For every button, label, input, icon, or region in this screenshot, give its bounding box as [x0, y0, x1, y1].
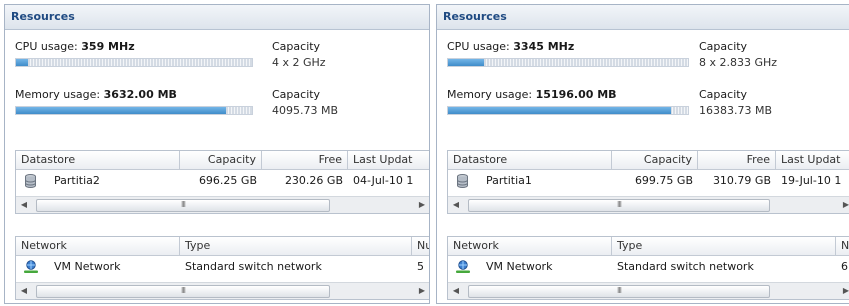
arrow-right-icon[interactable]: ▶: [838, 283, 849, 299]
database-icon: [25, 174, 36, 188]
cpu-capacity-value: 8 x 2.833 GHz: [699, 56, 778, 69]
datastore-capacity: 699.75 GB: [634, 174, 693, 187]
datastore-table-header: Datastore Capacity Free Last Updat: [16, 151, 429, 170]
cpu-usage-label: CPU usage:: [15, 40, 78, 53]
memory-usage-value: 3632.00 MB: [103, 88, 177, 101]
memory-usage-value: 15196.00 MB: [535, 88, 617, 101]
scrollbar-thumb[interactable]: III: [36, 199, 330, 212]
memory-usage-bar-fill: [16, 107, 227, 114]
cpu-usage-bar-fill: [448, 59, 484, 66]
datastore-name: Partitia1: [486, 174, 532, 187]
memory-usage-label: Memory usage:: [15, 88, 101, 101]
arrow-left-icon[interactable]: ◀: [448, 197, 464, 213]
cpu-capacity-value: 4 x 2 GHz: [272, 56, 326, 69]
column-header-free[interactable]: Free: [698, 151, 776, 169]
datastore-horizontal-scrollbar[interactable]: ◀ III ▶: [448, 196, 849, 213]
column-header-free[interactable]: Free: [262, 151, 348, 169]
column-header-last-updated[interactable]: Last Updat: [348, 151, 429, 169]
datastore-table-header: Datastore Capacity Free Last Updat: [448, 151, 849, 170]
datastore-free: 230.26 GB: [284, 174, 343, 187]
column-header-capacity[interactable]: Capacity: [180, 151, 262, 169]
column-header-type[interactable]: Type: [612, 237, 836, 255]
panel-title: Resources: [5, 5, 429, 30]
resources-panel-right: Resources CPU usage: 3345 MHz Capacity 8…: [436, 4, 849, 304]
arrow-left-icon[interactable]: ◀: [448, 283, 464, 299]
column-header-number[interactable]: Nu: [412, 237, 429, 255]
memory-usage-section: Memory usage: 3632.00 MB Capacity 4095.7…: [5, 78, 429, 126]
resources-panel-left: Resources CPU usage: 359 MHz Capacity 4 …: [4, 4, 430, 304]
cpu-usage-label: CPU usage:: [447, 40, 510, 53]
datastore-horizontal-scrollbar[interactable]: ◀ III ▶: [16, 196, 429, 213]
database-icon: [457, 174, 468, 188]
column-header-capacity[interactable]: Capacity: [612, 151, 698, 169]
cpu-capacity-label: Capacity: [272, 40, 321, 53]
cpu-usage-section: CPU usage: 359 MHz Capacity 4 x 2 GHz: [5, 30, 429, 78]
datastore-name: Partitia2: [54, 174, 100, 187]
column-header-network[interactable]: Network: [16, 237, 180, 255]
network-icon: [24, 260, 38, 273]
panel-title: Resources: [437, 5, 849, 30]
network-table-header: Network Type Nu: [448, 237, 849, 256]
memory-usage-label: Memory usage:: [447, 88, 533, 101]
datastore-free: 310.79 GB: [712, 174, 771, 187]
cpu-usage-bar: [15, 58, 253, 67]
cpu-usage-section: CPU usage: 3345 MHz Capacity 8 x 2.833 G…: [437, 30, 849, 78]
memory-capacity-label: Capacity: [699, 88, 748, 101]
arrow-left-icon[interactable]: ◀: [16, 197, 32, 213]
datastore-capacity: 696.25 GB: [198, 174, 257, 187]
cpu-usage-value: 3345 MHz: [513, 40, 575, 53]
network-table-header: Network Type Nu: [16, 237, 429, 256]
column-header-last-updated[interactable]: Last Updat: [776, 151, 849, 169]
datastore-last-updated: 19-Jul-10 1: [781, 174, 842, 187]
cpu-usage-bar: [447, 58, 689, 67]
column-header-type[interactable]: Type: [180, 237, 412, 255]
column-header-network[interactable]: Network: [448, 237, 612, 255]
network-horizontal-scrollbar[interactable]: ◀ III ▶: [448, 282, 849, 299]
table-row[interactable]: Partitia1 699.75 GB 310.79 GB 19-Jul-10 …: [448, 170, 849, 192]
network-type: Standard switch network: [185, 260, 322, 273]
datastore-table: Datastore Capacity Free Last Updat Parti…: [447, 150, 849, 214]
network-table: Network Type Nu VM Network Standard swit…: [447, 236, 849, 300]
memory-usage-bar-fill: [448, 107, 672, 114]
column-header-number[interactable]: Nu: [836, 237, 849, 255]
table-row[interactable]: VM Network Standard switch network 6: [448, 256, 849, 278]
table-row[interactable]: VM Network Standard switch network 5: [16, 256, 429, 278]
network-type: Standard switch network: [617, 260, 754, 273]
scrollbar-thumb[interactable]: III: [468, 285, 770, 298]
arrow-right-icon[interactable]: ▶: [414, 197, 429, 213]
column-header-datastore[interactable]: Datastore: [448, 151, 612, 169]
memory-capacity-label: Capacity: [272, 88, 321, 101]
arrow-right-icon[interactable]: ▶: [838, 197, 849, 213]
table-row[interactable]: Partitia2 696.25 GB 230.26 GB 04-Jul-10 …: [16, 170, 429, 192]
network-number: 6: [841, 260, 848, 273]
scrollbar-thumb[interactable]: III: [36, 285, 330, 298]
memory-capacity-value: 4095.73 MB: [272, 104, 339, 117]
scrollbar-thumb[interactable]: III: [468, 199, 770, 212]
network-name: VM Network: [54, 260, 121, 273]
memory-usage-bar: [447, 106, 689, 115]
network-icon: [456, 260, 470, 273]
arrow-left-icon[interactable]: ◀: [16, 283, 32, 299]
datastore-last-updated: 04-Jul-10 1: [353, 174, 414, 187]
cpu-capacity-label: Capacity: [699, 40, 748, 53]
memory-usage-bar: [15, 106, 253, 115]
datastore-table: Datastore Capacity Free Last Updat Parti…: [15, 150, 429, 214]
arrow-right-icon[interactable]: ▶: [414, 283, 429, 299]
network-table: Network Type Nu VM Network Standard swit…: [15, 236, 429, 300]
network-horizontal-scrollbar[interactable]: ◀ III ▶: [16, 282, 429, 299]
memory-capacity-value: 16383.73 MB: [699, 104, 773, 117]
network-name: VM Network: [486, 260, 553, 273]
cpu-usage-value: 359 MHz: [81, 40, 135, 53]
memory-usage-section: Memory usage: 15196.00 MB Capacity 16383…: [437, 78, 849, 126]
network-number: 5: [417, 260, 424, 273]
cpu-usage-bar-fill: [16, 59, 28, 66]
column-header-datastore[interactable]: Datastore: [16, 151, 180, 169]
